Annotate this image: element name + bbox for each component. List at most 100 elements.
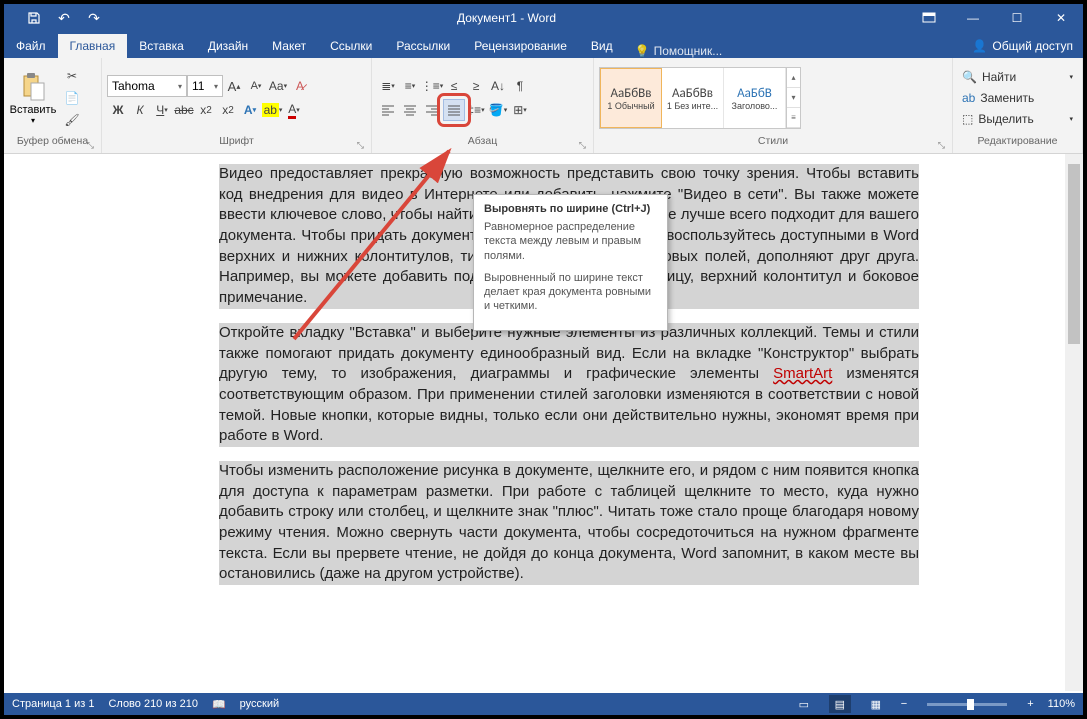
editing-group-label: Редактирование — [978, 135, 1058, 147]
superscript-button[interactable]: x2 — [217, 99, 239, 121]
text-effects-button[interactable]: A▾ — [239, 99, 261, 121]
tooltip-text-2: Выровненный по ширине текст делает края … — [484, 271, 657, 314]
group-editing: 🔍 Найти ▾ ab Заменить ⬚ Выделить ▾ Редак… — [953, 58, 1083, 153]
minimize-button[interactable]: — — [951, 4, 995, 32]
paragraph-launcher[interactable]: ⤡ — [579, 140, 586, 151]
page-indicator[interactable]: Страница 1 из 1 — [12, 698, 94, 710]
increase-indent-button[interactable]: ≥ — [465, 75, 487, 97]
redo-button[interactable]: ↷ — [82, 6, 106, 30]
language-indicator[interactable]: русский — [240, 698, 279, 710]
find-button[interactable]: 🔍 Найти ▾ — [962, 67, 1073, 88]
paragraph-3[interactable]: Чтобы изменить расположение рисунка в до… — [219, 461, 919, 585]
styles-gallery[interactable]: АаБбВв1 Обычный АаБбВв1 Без инте... АаБб… — [599, 67, 801, 129]
tell-me-box[interactable]: 💡 Помощник... — [625, 44, 733, 58]
decrease-indent-button[interactable]: ≤ — [443, 75, 465, 97]
paragraph-2[interactable]: Откройте вкладку "Вставка" и выберите ну… — [219, 323, 919, 447]
tab-review[interactable]: Рецензирование — [462, 34, 579, 58]
close-button[interactable]: ✕ — [1039, 4, 1083, 32]
gallery-down[interactable]: ▾ — [787, 88, 800, 108]
title-bar: ↶ ↷ Документ1 - Word — ☐ ✕ — [4, 4, 1083, 32]
paste-button[interactable]: Вставить ▾ — [9, 63, 57, 133]
tab-insert[interactable]: Вставка — [127, 34, 196, 58]
save-button[interactable] — [22, 6, 46, 30]
zoom-in-button[interactable]: + — [1027, 698, 1033, 710]
word-count[interactable]: Слово 210 из 210 — [108, 698, 198, 710]
subscript-button[interactable]: x2 — [195, 99, 217, 121]
font-name-box[interactable]: Tahoma▾ — [107, 75, 187, 97]
sort-button[interactable]: A↓ — [487, 75, 509, 97]
tell-me-label: Помощник... — [654, 44, 723, 58]
grow-font-button[interactable]: A▴ — [223, 75, 245, 97]
zoom-out-button[interactable]: − — [901, 698, 907, 710]
align-left-button[interactable] — [377, 99, 399, 121]
ribbon: Вставить ▾ ✂ 📄 🖌 Буфер обмена⤡ Tahoma▾ 1… — [4, 58, 1083, 154]
gallery-more[interactable]: ≡ — [787, 108, 800, 128]
align-center-button[interactable] — [399, 99, 421, 121]
tab-design[interactable]: Дизайн — [196, 34, 260, 58]
numbering-button[interactable]: ≡▾ — [399, 75, 421, 97]
clear-format-button[interactable]: A̷ — [289, 75, 311, 97]
cut-button[interactable]: ✂ — [61, 65, 83, 87]
justify-button[interactable] — [443, 99, 465, 121]
select-button[interactable]: ⬚ Выделить ▾ — [962, 109, 1073, 130]
tooltip-title: Выровнять по ширине (Ctrl+J) — [484, 203, 657, 215]
style-normal[interactable]: АаБбВв1 Обычный — [600, 68, 662, 128]
group-styles: АаБбВв1 Обычный АаБбВв1 Без инте... АаБб… — [594, 58, 953, 153]
show-marks-button[interactable]: ¶ — [509, 75, 531, 97]
tab-home[interactable]: Главная — [58, 34, 128, 58]
print-layout-button[interactable]: ▤ — [829, 695, 851, 713]
tab-references[interactable]: Ссылки — [318, 34, 384, 58]
bullets-button[interactable]: ≣▾ — [377, 75, 399, 97]
zoom-level[interactable]: 110% — [1048, 698, 1075, 710]
multilevel-button[interactable]: ⋮≡▾ — [421, 75, 443, 97]
change-case-button[interactable]: Aa▾ — [267, 75, 289, 97]
share-label: Общий доступ — [992, 39, 1073, 53]
style-nospacing[interactable]: АаБбВв1 Без инте... — [662, 68, 724, 128]
status-bar: Страница 1 из 1 Слово 210 из 210 📖 русск… — [4, 693, 1083, 715]
highlight-button[interactable]: ab▾ — [261, 99, 283, 121]
paste-label: Вставить — [10, 104, 57, 116]
smartart-text: SmartArt — [773, 365, 832, 382]
shrink-font-button[interactable]: A▾ — [245, 75, 267, 97]
share-button[interactable]: 👤 Общий доступ — [962, 34, 1083, 58]
justify-tooltip: Выровнять по ширине (Ctrl+J) Равномерное… — [473, 194, 668, 331]
web-layout-button[interactable]: ▦ — [865, 695, 887, 713]
font-size-box[interactable]: 11▾ — [187, 75, 223, 97]
undo-button[interactable]: ↶ — [52, 6, 76, 30]
zoom-slider[interactable] — [927, 703, 1007, 706]
font-group-label: Шрифт — [219, 135, 254, 147]
shading-button[interactable]: 🪣▾ — [487, 99, 509, 121]
format-painter-button[interactable]: 🖌 — [61, 109, 83, 131]
scrollbar-thumb[interactable] — [1068, 164, 1080, 344]
style-heading1[interactable]: АаБбВЗаголово... — [724, 68, 786, 128]
tab-mailings[interactable]: Рассылки — [384, 34, 462, 58]
tab-layout[interactable]: Макет — [260, 34, 318, 58]
tab-view[interactable]: Вид — [579, 34, 625, 58]
styles-group-label: Стили — [758, 135, 788, 147]
tab-file[interactable]: Файл — [4, 34, 58, 58]
tooltip-text-1: Равномерное распределение текста между л… — [484, 220, 657, 263]
borders-button[interactable]: ⊞▾ — [509, 99, 531, 121]
vertical-scrollbar[interactable] — [1065, 154, 1083, 691]
replace-button[interactable]: ab Заменить — [962, 88, 1073, 109]
ribbon-tabs: Файл Главная Вставка Дизайн Макет Ссылки… — [4, 32, 1083, 58]
clipboard-launcher[interactable]: ⤡ — [87, 140, 94, 151]
styles-launcher[interactable]: ⤡ — [938, 140, 945, 151]
underline-button[interactable]: Ч▾ — [151, 99, 173, 121]
paragraph-group-label: Абзац — [468, 135, 497, 147]
clipboard-label: Буфер обмена — [17, 135, 88, 147]
read-mode-button[interactable]: ▭ — [793, 695, 815, 713]
italic-button[interactable]: К — [129, 99, 151, 121]
spellcheck-icon[interactable]: 📖 — [212, 698, 226, 711]
font-color-button[interactable]: A▾ — [283, 99, 305, 121]
strike-button[interactable]: abc — [173, 99, 195, 121]
align-right-button[interactable] — [421, 99, 443, 121]
font-launcher[interactable]: ⤡ — [357, 140, 364, 151]
line-spacing-button[interactable]: ‡≡▾ — [465, 99, 487, 121]
copy-button[interactable]: 📄 — [61, 87, 83, 109]
ribbon-options-button[interactable] — [907, 4, 951, 32]
bold-button[interactable]: Ж — [107, 99, 129, 121]
maximize-button[interactable]: ☐ — [995, 4, 1039, 32]
gallery-up[interactable]: ▴ — [787, 68, 800, 88]
window-title: Документ1 - Word — [106, 11, 907, 25]
